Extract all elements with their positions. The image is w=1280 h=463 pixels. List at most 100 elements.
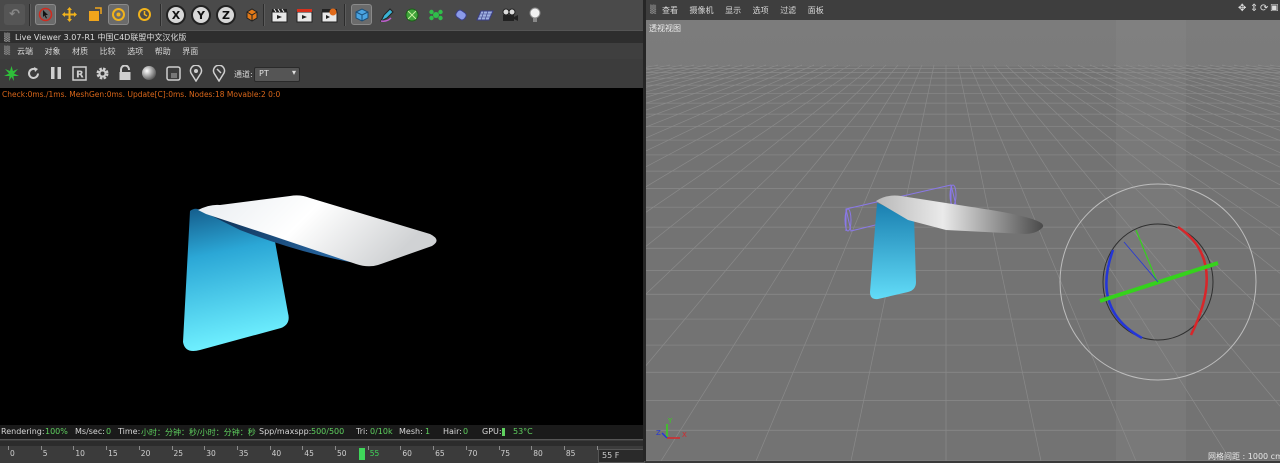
menu-help[interactable]: 帮助 <box>155 46 171 57</box>
settings-gear-icon[interactable] <box>93 64 111 82</box>
camera-icon[interactable] <box>499 4 520 25</box>
timeline-tick-mark <box>302 446 304 450</box>
menu-material[interactable]: 材质 <box>72 46 88 57</box>
perspective-viewport[interactable]: 透视视图 Y X Z 网格间距 : 1000 cm <box>646 20 1280 461</box>
timeline-tick-mark <box>204 446 206 450</box>
tri-label: Tri: <box>356 427 368 436</box>
timeline-tick-label: 20 <box>140 449 151 458</box>
undo-icon[interactable]: ↶ <box>4 4 25 25</box>
timeline-tick-label: 30 <box>206 449 216 458</box>
timeline[interactable]: 051015202530354045505560657075808590 55 … <box>0 439 645 463</box>
menu-interface[interactable]: 界面 <box>182 46 198 57</box>
pause-icon[interactable] <box>47 64 65 82</box>
deformer-icon[interactable] <box>450 4 471 25</box>
timeline-tick-mark <box>367 446 369 450</box>
x-axis-lock-button[interactable]: X <box>166 5 186 25</box>
gpu-label: GPU: <box>482 427 502 436</box>
render-settings-icon[interactable] <box>319 4 340 25</box>
subdivision-icon[interactable] <box>401 4 422 25</box>
select-tool-icon[interactable] <box>35 4 56 25</box>
timeline-tick-mark <box>138 446 140 450</box>
light-icon[interactable] <box>524 4 545 25</box>
lock-icon[interactable] <box>116 64 134 82</box>
menu-view[interactable]: 查看 <box>662 5 678 16</box>
live-viewer-toolbar: R 通道: PT ▾ <box>0 59 643 89</box>
timeline-tick-mark <box>498 446 500 450</box>
menu-vp-options[interactable]: 选项 <box>753 5 769 16</box>
timeline-tick-label: 25 <box>173 449 184 458</box>
cloner-icon[interactable] <box>425 4 446 25</box>
grip-icon[interactable]: ▒ <box>4 33 10 42</box>
move-view-icon[interactable]: ✥ <box>1238 3 1246 14</box>
scale-tool-icon[interactable] <box>84 4 105 25</box>
rotate-tool-icon[interactable] <box>108 4 129 25</box>
frame-field-value: 55 F <box>602 451 620 460</box>
axis-z-label: Z <box>656 429 661 437</box>
channel-select[interactable]: PT ▾ <box>254 67 300 82</box>
rendering-label: Rendering: <box>1 427 45 436</box>
region-box-icon[interactable] <box>164 64 182 82</box>
menu-filter[interactable]: 过滤 <box>780 5 796 16</box>
send-scene-icon[interactable] <box>2 64 20 82</box>
timeline-tick-mark <box>73 446 75 450</box>
time-value: 小时：分钟：秒/小时：分钟：秒 <box>141 428 256 437</box>
move-tool-icon[interactable] <box>59 4 80 25</box>
menu-cloud[interactable]: 云端 <box>17 46 33 57</box>
view-label[interactable]: 透视视图 <box>649 23 681 34</box>
timeline-tick-mark <box>531 446 533 450</box>
timeline-tick-mark <box>400 446 402 450</box>
spp-label: Spp/maxspp: <box>259 427 312 436</box>
gpu-value: 53°C <box>513 427 533 436</box>
timeline-tick-label: 15 <box>108 449 118 458</box>
menu-compare[interactable]: 比较 <box>100 46 116 57</box>
timeline-tick-label: 35 <box>238 449 249 458</box>
rendered-object <box>183 195 437 351</box>
timeline-tick-mark <box>335 446 336 450</box>
timeline-tick-mark <box>40 446 42 450</box>
menu-display[interactable]: 显示 <box>725 5 741 16</box>
timeline-tick-label: 80 <box>533 449 543 458</box>
timeline-tick-label: 55 <box>369 449 380 458</box>
floor-icon[interactable] <box>474 4 495 25</box>
rotate-view-icon[interactable]: ⟳ <box>1260 3 1268 14</box>
cube-icon[interactable] <box>351 4 372 25</box>
timeline-tick-mark <box>465 446 467 450</box>
live-viewer-render-area[interactable]: Check:0ms./1ms. MeshGen:0ms. Update[C]:0… <box>0 88 643 425</box>
grid-spacing-text: 网格间距 : 1000 cm <box>1208 452 1280 461</box>
chevron-down-icon: ▾ <box>291 68 296 77</box>
axis-y-label: Y <box>668 417 673 425</box>
pen-spline-icon[interactable] <box>376 4 397 25</box>
menu-options[interactable]: 选项 <box>127 46 143 57</box>
menu-camera[interactable]: 摄像机 <box>690 5 714 16</box>
viewport-scene <box>646 20 1280 461</box>
tri-value: 0/10k <box>370 427 393 436</box>
pick-material-icon[interactable] <box>210 64 228 82</box>
mesh-label: Mesh: <box>399 427 423 436</box>
timeline-tick-mark <box>8 446 9 450</box>
render-to-picture-viewer-icon[interactable] <box>294 4 315 25</box>
menu-object[interactable]: 对象 <box>45 46 61 57</box>
pick-focus-icon[interactable] <box>187 64 205 82</box>
channel-label: 通道: <box>234 70 253 79</box>
y-axis-lock-button[interactable]: Y <box>191 5 211 25</box>
region-render-icon[interactable]: R <box>70 64 88 82</box>
live-viewer-title-bar[interactable]: ▒ Live Viewer 3.07-R1 中国C4D联盟中文汉化版 <box>0 30 643 44</box>
axis-x-label: X <box>682 431 687 439</box>
channel-value: PT <box>259 69 269 78</box>
timeline-tick-mark <box>563 446 565 450</box>
time-label: Time: <box>118 427 141 436</box>
zoom-view-icon[interactable]: ⇕ <box>1250 3 1258 14</box>
coordinate-system-icon[interactable] <box>241 4 262 25</box>
recent-tool-icon[interactable] <box>134 4 155 25</box>
menu-panel[interactable]: 面板 <box>808 5 824 16</box>
z-axis-lock-button[interactable]: Z <box>216 5 236 25</box>
live-viewer-title: Live Viewer 3.07-R1 中国C4D联盟中文汉化版 <box>15 33 187 42</box>
viewport-grip-icon: ▒ <box>650 5 657 14</box>
render-view-icon[interactable] <box>269 4 290 25</box>
gpu-temp-bar <box>502 428 505 436</box>
timeline-playhead[interactable] <box>359 448 365 460</box>
maximize-view-icon[interactable]: ▣ <box>1270 3 1279 13</box>
restart-icon[interactable] <box>24 64 42 82</box>
material-sphere-icon[interactable] <box>140 64 158 82</box>
timeline-tick-label: 5 <box>42 449 48 458</box>
